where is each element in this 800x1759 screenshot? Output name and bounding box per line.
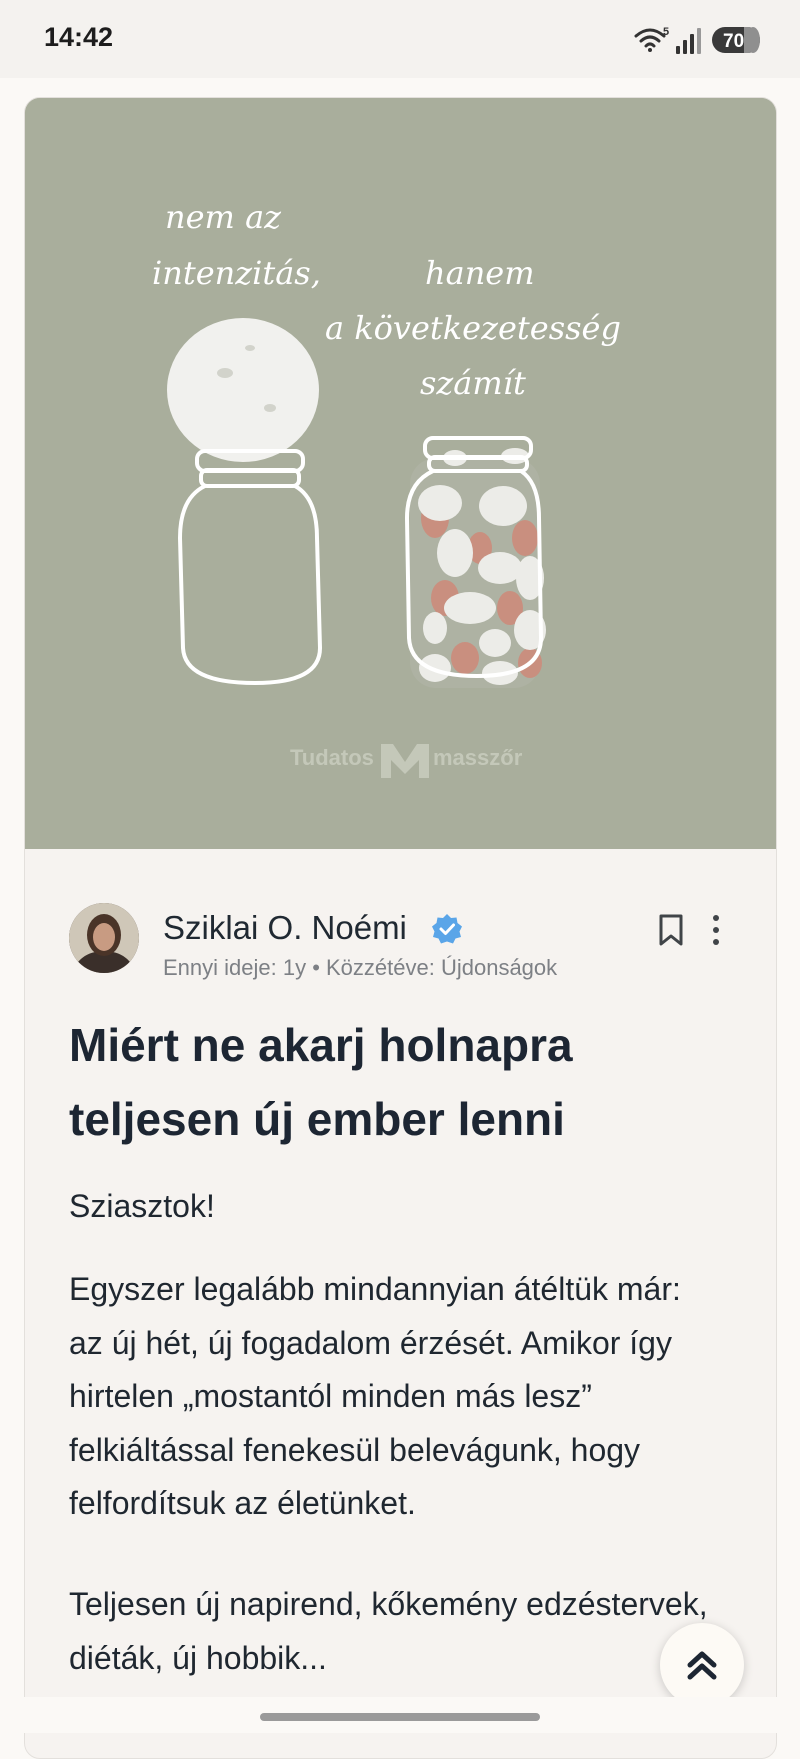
article-greeting: Sziasztok! bbox=[69, 1188, 215, 1224]
more-vertical-icon[interactable] bbox=[709, 913, 723, 947]
big-rock bbox=[167, 318, 319, 462]
hero-line-5: számít bbox=[420, 364, 526, 402]
battery-icon: 70 bbox=[712, 27, 760, 53]
status-icons: 5 70 bbox=[634, 26, 760, 54]
hero-line-4: a következetesség bbox=[325, 309, 621, 347]
wifi-badge: 5 bbox=[663, 26, 669, 38]
hero-line-1: nem az bbox=[165, 198, 282, 236]
watermark-left: Tudatos bbox=[290, 745, 374, 770]
hero-line-3: hanem bbox=[425, 254, 535, 292]
jar-pebbles bbox=[410, 448, 546, 688]
hero-line-2: intenzitás, bbox=[152, 254, 321, 292]
watermark-right: masszőr bbox=[433, 745, 523, 770]
article-title: Miért ne akarj holnapra teljesen új embe… bbox=[69, 1019, 573, 1145]
status-time: 14:42 bbox=[44, 22, 114, 52]
avatar[interactable] bbox=[69, 903, 139, 973]
home-indicator[interactable] bbox=[260, 1713, 540, 1721]
scroll-to-top-button[interactable] bbox=[660, 1623, 744, 1707]
signal-icon bbox=[676, 28, 701, 54]
battery-level: 70 bbox=[723, 31, 744, 52]
bookmark-icon[interactable] bbox=[657, 913, 685, 947]
double-chevron-up-icon bbox=[687, 1651, 717, 1680]
author-name[interactable]: Sziklai O. Noémi bbox=[163, 909, 407, 947]
article-paragraph-2: Teljesen új napirend, kőkemény edzésterv… bbox=[69, 1586, 708, 1676]
verified-icon bbox=[432, 914, 462, 944]
hero-image: nem az intenzitás, hanem a következetess… bbox=[25, 98, 776, 849]
author-row: Sziklai O. Noémi Ennyi ideje: 1y • Közzé… bbox=[69, 903, 729, 983]
wifi-icon bbox=[634, 28, 666, 52]
post-meta: Ennyi ideje: 1y • Közzétéve: Újdonságok bbox=[163, 955, 558, 980]
article-paragraph-1: Egyszer legalább mindannyian átéltük már… bbox=[69, 1271, 681, 1521]
status-bar: 14:42 5 70 bbox=[0, 0, 800, 78]
article-card: nem az intenzitás, hanem a következetess… bbox=[24, 97, 777, 1759]
